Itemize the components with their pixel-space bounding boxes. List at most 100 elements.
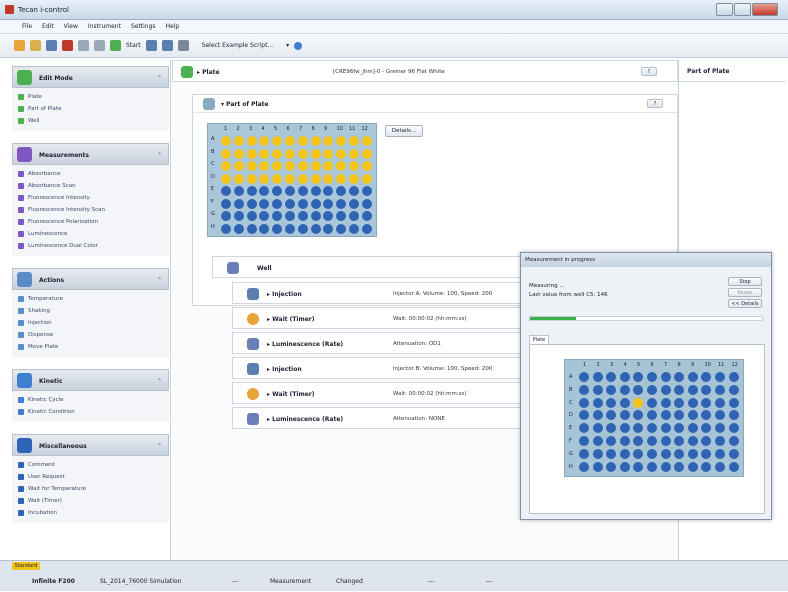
collapse-icon[interactable]: ⌃ (157, 75, 162, 82)
sidebar-item[interactable]: Kinetic Cycle (12, 394, 169, 406)
plate-well[interactable] (246, 173, 257, 184)
sidebar-item[interactable]: Dispense (12, 329, 169, 341)
plate-well[interactable] (233, 223, 244, 234)
maximize-button[interactable] (734, 3, 751, 16)
sidebar-item[interactable]: Wait (Timer) (12, 495, 169, 507)
plate-well[interactable] (246, 148, 257, 159)
plate-layout-grid[interactable]: 1 2 3 4 5 6 7 8 9 10 11 12 A B C D E F G H (207, 123, 377, 237)
section-header[interactable]: Measurements ⌃ (12, 143, 169, 165)
plate-well[interactable] (297, 148, 308, 159)
sidebar-item[interactable]: Shaking (12, 305, 169, 317)
plate-well[interactable] (349, 211, 359, 221)
sidebar-item[interactable]: Incubation (12, 507, 169, 519)
save-icon[interactable] (46, 40, 57, 51)
sidebar-item[interactable]: Absorbance (12, 168, 169, 180)
undo-icon[interactable] (78, 40, 89, 51)
sidebar-item[interactable]: Absorbance Scan (12, 180, 169, 192)
sidebar-item[interactable]: Comment (12, 459, 169, 471)
start-icon[interactable] (110, 40, 121, 51)
plate-row[interactable]: ▸ Plate [CRE96fw_jhm]-0 - Greiner 96 Fla… (172, 60, 678, 82)
sidebar-item[interactable]: Luminescence Dual Color (12, 240, 169, 252)
plate-well[interactable] (336, 161, 347, 171)
plate-well[interactable] (233, 186, 244, 196)
plate-well[interactable] (259, 136, 270, 146)
plate-well[interactable] (233, 173, 244, 184)
section-header[interactable]: Edit Mode ⌃ (12, 66, 169, 88)
plate-well[interactable] (361, 161, 372, 171)
plate-well[interactable] (221, 211, 231, 221)
plate-well[interactable] (259, 198, 270, 209)
plate-well[interactable] (221, 148, 231, 159)
plate-well[interactable] (323, 223, 334, 234)
plate-well[interactable] (349, 223, 359, 234)
plate-well[interactable] (310, 148, 321, 159)
plate-well[interactable] (233, 161, 244, 171)
pause-button[interactable]: Pause (728, 288, 762, 297)
plate-well[interactable] (336, 198, 347, 209)
chevron-down-icon[interactable]: ▾ (286, 42, 289, 49)
plate-well[interactable] (285, 211, 295, 221)
plate-well[interactable] (233, 198, 244, 209)
plate-well[interactable] (233, 211, 244, 221)
plate-well[interactable] (285, 223, 295, 234)
section-header[interactable]: Kinetic ⌃ (12, 369, 169, 391)
sidebar-item[interactable]: Luminescence (12, 228, 169, 240)
plate-well[interactable] (272, 223, 283, 234)
plate-well[interactable] (361, 148, 372, 159)
plate-well[interactable] (221, 186, 231, 196)
plate-well[interactable] (349, 173, 359, 184)
plate-well[interactable] (349, 136, 359, 146)
plate-well[interactable] (323, 186, 334, 196)
plate-well[interactable] (349, 186, 359, 196)
plate-well[interactable] (336, 186, 347, 196)
help-icon[interactable] (294, 41, 303, 50)
plate-well[interactable] (310, 161, 321, 171)
menu-help[interactable]: Help (166, 23, 180, 30)
part-of-plate-header[interactable]: ▾ Part of Plate ? (193, 95, 677, 113)
plate-well[interactable] (310, 173, 321, 184)
plate-well[interactable] (272, 161, 283, 171)
plate-well[interactable] (221, 136, 231, 146)
sidebar-item[interactable]: Temperature (12, 293, 169, 305)
collapse-icon[interactable]: ⌃ (157, 277, 162, 284)
plate-well[interactable] (272, 136, 283, 146)
new-icon[interactable] (14, 40, 25, 51)
menu-file[interactable]: File (22, 23, 32, 30)
plate-well[interactable] (349, 161, 359, 171)
plate-well[interactable] (285, 198, 295, 209)
close-button[interactable] (752, 3, 778, 16)
section-header[interactable]: Miscellaneous ⌃ (12, 434, 169, 456)
plate-well[interactable] (297, 173, 308, 184)
plate-well[interactable] (272, 173, 283, 184)
plate-well[interactable] (285, 136, 295, 146)
plate-well[interactable] (246, 211, 257, 221)
redo-icon[interactable] (94, 40, 105, 51)
open-icon[interactable] (30, 40, 41, 51)
plate-well[interactable] (272, 211, 283, 221)
plate-well[interactable] (285, 161, 295, 171)
plate-well[interactable] (323, 161, 334, 171)
plate-well[interactable] (285, 148, 295, 159)
plate-well[interactable] (246, 136, 257, 146)
plate-well[interactable] (310, 223, 321, 234)
plate-well[interactable] (259, 186, 270, 196)
part-of-plate-help-button[interactable]: ? (647, 99, 663, 108)
collapse-icon[interactable]: ⌃ (157, 152, 162, 159)
plate-well[interactable] (336, 223, 347, 234)
plate-well[interactable] (259, 148, 270, 159)
sidebar-item[interactable]: Move Plate (12, 341, 169, 353)
plate-well[interactable] (361, 211, 372, 221)
sidebar-item[interactable]: Fluorescence Intensity (12, 192, 169, 204)
method-select[interactable]: Select Example Script... (202, 42, 273, 49)
plate-well[interactable] (310, 136, 321, 146)
plate-well[interactable] (297, 211, 308, 221)
plate-well[interactable] (336, 148, 347, 159)
menu-settings[interactable]: Settings (131, 23, 156, 30)
plate-well[interactable] (221, 173, 231, 184)
sidebar-item[interactable]: User Request (12, 471, 169, 483)
details-button[interactable]: Details... (385, 125, 423, 137)
details-toggle-button[interactable]: << Details (728, 299, 762, 308)
collapse-icon[interactable]: ⌃ (157, 443, 162, 450)
plate-well[interactable] (233, 148, 244, 159)
menu-view[interactable]: View (64, 23, 78, 30)
